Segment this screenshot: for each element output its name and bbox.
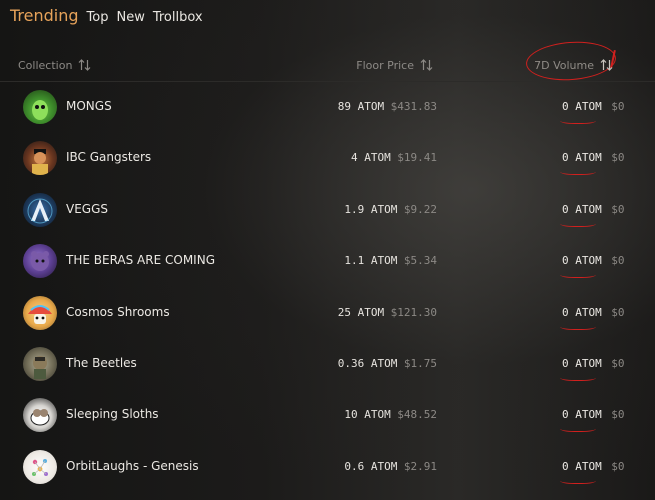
- volume-atom: 0 ATOM: [562, 254, 602, 268]
- red-underline-annotation: [560, 322, 596, 330]
- volume-7d: 0 ATOM $0: [562, 254, 625, 267]
- collection-avatar: [23, 295, 57, 330]
- collection-list: MONGS 89 ATOM $431.83 0 ATOM $0 IBC Gang…: [0, 82, 655, 493]
- volume-atom: 0 ATOM: [562, 356, 602, 370]
- volume-atom: 0 ATOM: [562, 305, 602, 319]
- volume-usd: $0: [611, 459, 625, 473]
- tab-new[interactable]: New: [116, 10, 144, 25]
- red-underline-annotation: [560, 373, 596, 381]
- collection-name: The Beetles: [66, 355, 137, 370]
- trending-page: Trending Top New Trollbox Collection Flo…: [0, 0, 655, 500]
- nav-tabs: Trending Top New Trollbox: [10, 6, 203, 25]
- red-underline-annotation: [560, 167, 596, 176]
- floor-price-header-label: Floor Price: [356, 58, 414, 72]
- red-underline-annotation: [560, 476, 596, 484]
- table-row[interactable]: MONGS 89 ATOM $431.83 0 ATOM $0: [0, 82, 655, 133]
- floor-price-atom: 25 ATOM: [337, 305, 385, 319]
- volume-7d: 0 ATOM $0: [562, 460, 625, 473]
- collection-name: OrbitLaughs - Genesis: [66, 458, 199, 473]
- sort-arrows-icon[interactable]: [420, 58, 433, 72]
- floor-price: 25 ATOM $121.30: [338, 306, 437, 319]
- table-row[interactable]: IBC Gangsters 4 ATOM $19.41 0 ATOM $0: [0, 133, 655, 184]
- collection-avatar: [23, 244, 57, 279]
- floor-price-usd: $2.91: [403, 459, 437, 473]
- collection-avatar: [23, 346, 57, 381]
- floor-price-atom: 1.1 ATOM: [344, 254, 398, 268]
- volume-atom: 0 ATOM: [562, 100, 602, 113]
- floor-price-header[interactable]: Floor Price: [356, 58, 433, 72]
- volume-usd: $0: [611, 202, 625, 216]
- volume-7d-header[interactable]: 7D Volume: [534, 58, 613, 72]
- floor-price: 89 ATOM $431.83: [338, 100, 437, 113]
- floor-price: 1.9 ATOM $9.22: [344, 203, 437, 216]
- collection-name: VEGGS: [66, 201, 109, 216]
- floor-price-atom: 0.36 ATOM: [337, 356, 398, 370]
- floor-price-usd: $48.52: [397, 408, 437, 422]
- sort-arrows-icon[interactable]: [78, 58, 91, 72]
- volume-usd: $0: [611, 100, 625, 113]
- volume-7d-header-label: 7D Volume: [534, 58, 594, 72]
- floor-price-atom: 4 ATOM: [351, 151, 391, 165]
- floor-price-usd: $9.22: [403, 202, 437, 216]
- floor-price: 10 ATOM $48.52: [344, 408, 437, 421]
- table-header: Collection Floor Price 7D Volume: [0, 52, 655, 82]
- red-underline-annotation: [560, 219, 596, 227]
- table-row[interactable]: THE BERAS ARE COMING 1.1 ATOM $5.34 0 AT…: [0, 236, 655, 287]
- floor-price-usd: $121.30: [390, 305, 437, 319]
- floor-price: 4 ATOM $19.41: [351, 151, 437, 164]
- table-row[interactable]: OrbitLaughs - Genesis 0.6 ATOM $2.91 0 A…: [0, 442, 655, 493]
- volume-usd: $0: [611, 356, 625, 370]
- tab-top[interactable]: Top: [87, 10, 109, 25]
- floor-price-atom: 89 ATOM: [337, 100, 385, 113]
- volume-atom: 0 ATOM: [562, 202, 602, 216]
- volume-usd: $0: [611, 151, 625, 165]
- floor-price: 0.6 ATOM $2.91: [344, 460, 437, 473]
- tab-trending[interactable]: Trending: [10, 6, 79, 25]
- table-row[interactable]: VEGGS 1.9 ATOM $9.22 0 ATOM $0: [0, 185, 655, 236]
- collection-name: MONGS: [66, 99, 112, 113]
- collection-name: THE BERAS ARE COMING: [66, 253, 215, 268]
- volume-7d: 0 ATOM $0: [562, 306, 625, 319]
- collection-name: IBC Gangsters: [66, 150, 152, 165]
- collection-avatar: [23, 141, 57, 176]
- volume-7d: 0 ATOM $0: [562, 408, 625, 421]
- volume-atom: 0 ATOM: [562, 408, 602, 422]
- collection-avatar: [23, 192, 57, 227]
- floor-price-usd: $431.83: [390, 100, 437, 113]
- collection-avatar: [23, 449, 57, 484]
- collection-avatar: [23, 398, 57, 433]
- table-row[interactable]: Sleeping Sloths 10 ATOM $48.52 0 ATOM $0: [0, 390, 655, 441]
- collection-avatar: [23, 90, 57, 124]
- volume-7d: 0 ATOM $0: [562, 203, 625, 216]
- volume-usd: $0: [611, 408, 625, 422]
- volume-atom: 0 ATOM: [562, 151, 602, 165]
- collection-header[interactable]: Collection: [18, 58, 91, 72]
- red-underline-annotation: [560, 424, 596, 433]
- floor-price-usd: $19.41: [397, 151, 437, 165]
- table-row[interactable]: The Beetles 0.36 ATOM $1.75 0 ATOM $0: [0, 339, 655, 390]
- floor-price-atom: 0.6 ATOM: [344, 459, 398, 473]
- volume-7d: 0 ATOM $0: [562, 357, 625, 370]
- floor-price-usd: $1.75: [403, 356, 437, 370]
- volume-usd: $0: [611, 254, 625, 268]
- floor-price-atom: 1.9 ATOM: [344, 202, 398, 216]
- table-row[interactable]: Cosmos Shrooms 25 ATOM $121.30 0 ATOM $0: [0, 288, 655, 339]
- volume-7d: 0 ATOM $0: [562, 151, 625, 164]
- volume-7d: 0 ATOM $0: [562, 100, 625, 113]
- floor-price-usd: $5.34: [403, 254, 437, 268]
- sort-arrows-icon[interactable]: [600, 58, 613, 72]
- collection-header-label: Collection: [18, 58, 73, 72]
- volume-usd: $0: [611, 305, 625, 319]
- red-underline-annotation: [560, 116, 596, 124]
- floor-price: 1.1 ATOM $5.34: [344, 254, 437, 267]
- tab-trollbox[interactable]: Trollbox: [153, 10, 203, 25]
- collection-name: Cosmos Shrooms: [66, 304, 170, 319]
- floor-price-atom: 10 ATOM: [344, 408, 391, 422]
- red-underline-annotation: [560, 270, 596, 279]
- floor-price: 0.36 ATOM $1.75: [338, 357, 437, 370]
- collection-name: Sleeping Sloths: [66, 407, 159, 422]
- volume-atom: 0 ATOM: [562, 459, 602, 473]
